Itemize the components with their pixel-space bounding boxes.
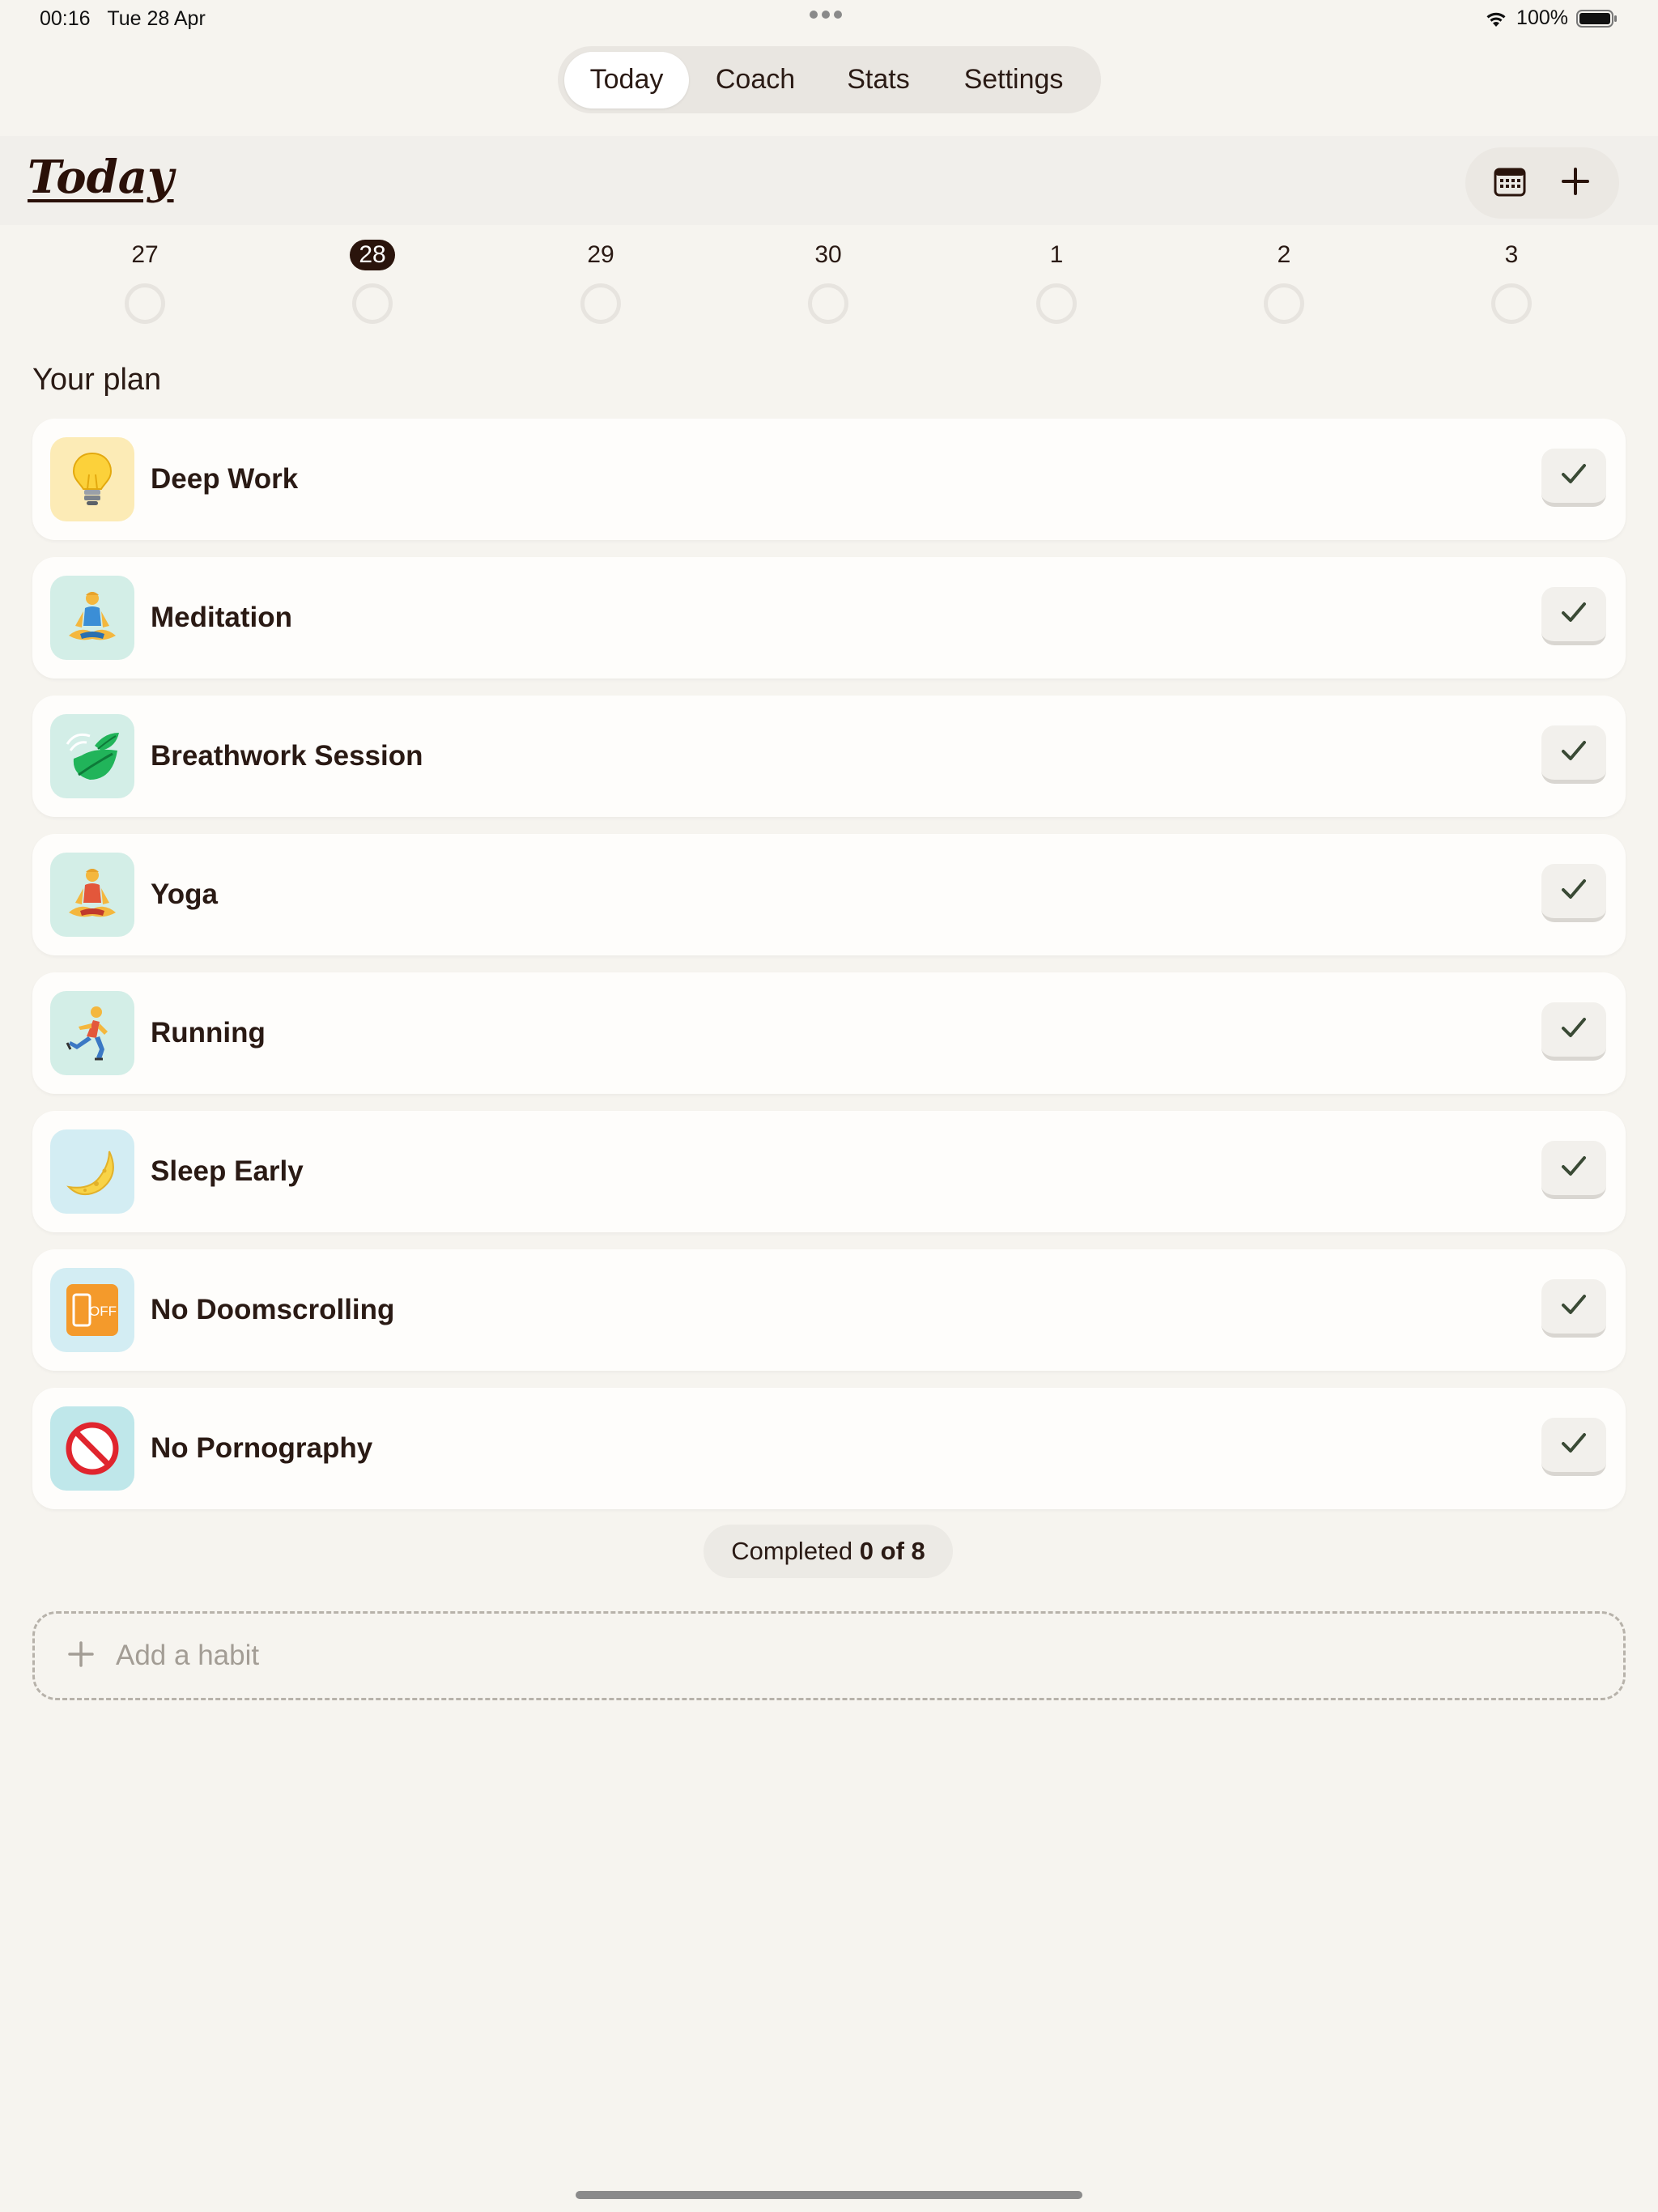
app-screen: 00:16 Tue 28 Apr 100% Today Coach Stats … [0,0,1658,2212]
add-habit-button[interactable]: Add a habit [32,1611,1626,1700]
wifi-icon [1484,10,1508,28]
battery-icon [1576,9,1618,28]
checkmark-icon [1560,878,1588,904]
day-27[interactable]: 27 [96,240,193,324]
status-time: 00:16 Tue 28 Apr [40,7,206,31]
status-clock: 00:16 [40,7,91,30]
habit-name: No Doomscrolling [151,1294,395,1325]
day-progress-ring [1264,283,1304,324]
add-button[interactable] [1547,155,1604,211]
day-number: 30 [814,241,842,268]
tab-coach[interactable]: Coach [689,52,822,108]
day-30[interactable]: 30 [780,240,877,324]
multitasking-dots-icon[interactable] [810,11,842,19]
day-28[interactable]: 28 [324,240,421,324]
status-date: Tue 28 Apr [107,7,206,30]
day-number-selected: 28 [350,240,395,270]
yoga-icon [50,853,134,937]
complete-checkbox[interactable] [1541,1002,1606,1061]
habit-card-no-doomscrolling[interactable]: OFF No Doomscrolling [32,1249,1626,1371]
habit-name: Yoga [151,878,218,910]
leaf-wind-icon [50,714,134,798]
habit-card-meditation[interactable]: Meditation [32,557,1626,678]
checkmark-icon [1560,1016,1588,1043]
calendar-icon [1494,166,1526,201]
prohibited-icon [50,1406,134,1491]
day-number: 2 [1277,241,1291,268]
week-strip: 27 28 29 30 1 2 3 [0,240,1658,329]
complete-checkbox[interactable] [1541,449,1606,507]
habit-card-sleep-early[interactable]: Sleep Early [32,1111,1626,1232]
completion-summary: Completed 0 of 8 [704,1525,953,1578]
complete-checkbox[interactable] [1541,587,1606,645]
checkmark-icon [1560,462,1588,489]
habit-card-breathwork[interactable]: Breathwork Session [32,696,1626,817]
checkmark-icon [1560,739,1588,766]
checkmark-icon [1560,1431,1588,1458]
habit-name: Sleep Early [151,1155,304,1187]
complete-checkbox[interactable] [1541,1279,1606,1338]
day-progress-ring [125,283,165,324]
day-1[interactable]: 1 [1008,240,1105,324]
completion-label: Completed [731,1537,853,1565]
home-indicator[interactable] [576,2191,1082,2199]
habit-card-yoga[interactable]: Yoga [32,834,1626,955]
svg-text:OFF: OFF [89,1304,117,1319]
day-progress-ring [808,283,848,324]
header-actions [1465,147,1619,219]
habit-name: No Pornography [151,1432,373,1464]
page-title: Today [28,151,174,204]
day-progress-ring [352,283,393,324]
completion-count: 0 of 8 [859,1537,925,1565]
day-3[interactable]: 3 [1463,240,1560,324]
day-number: 27 [131,241,159,268]
complete-checkbox[interactable] [1541,725,1606,784]
habit-name: Deep Work [151,463,299,495]
day-29[interactable]: 29 [552,240,649,324]
day-2[interactable]: 2 [1235,240,1333,324]
running-icon [50,991,134,1075]
section-title: Your plan [32,363,162,397]
habit-card-deep-work[interactable]: Deep Work [32,419,1626,540]
header-band [0,136,1658,225]
phone-off-icon: OFF [50,1268,134,1352]
complete-checkbox[interactable] [1541,864,1606,922]
battery-percent: 100% [1516,6,1568,29]
status-indicators: 100% [1484,6,1618,30]
day-number: 3 [1504,241,1519,268]
habit-list: Deep Work Meditation Breathwork Session … [32,419,1626,1526]
moon-icon [50,1129,134,1214]
habit-name: Running [151,1017,266,1049]
day-progress-ring [580,283,621,324]
habit-card-running[interactable]: Running [32,972,1626,1094]
plus-icon [67,1640,95,1672]
add-habit-label: Add a habit [116,1640,260,1671]
day-progress-ring [1491,283,1532,324]
checkmark-icon [1560,1155,1588,1181]
checkmark-icon [1560,1293,1588,1320]
day-progress-ring [1036,283,1077,324]
habit-card-no-pornography[interactable]: No Pornography [32,1388,1626,1509]
complete-checkbox[interactable] [1541,1141,1606,1199]
complete-checkbox[interactable] [1541,1418,1606,1476]
checkmark-icon [1560,601,1588,627]
habit-name: Meditation [151,602,292,633]
tab-today[interactable]: Today [564,51,689,108]
lightbulb-icon [50,437,134,521]
tab-settings[interactable]: Settings [935,52,1092,108]
calendar-button[interactable] [1482,155,1538,211]
tab-stats[interactable]: Stats [822,52,935,108]
day-number: 1 [1049,241,1064,268]
meditation-icon [50,576,134,660]
day-number: 29 [587,241,614,268]
plus-icon [1560,166,1591,201]
habit-name: Breathwork Session [151,740,423,772]
top-tab-bar: Today Coach Stats Settings [558,46,1101,113]
